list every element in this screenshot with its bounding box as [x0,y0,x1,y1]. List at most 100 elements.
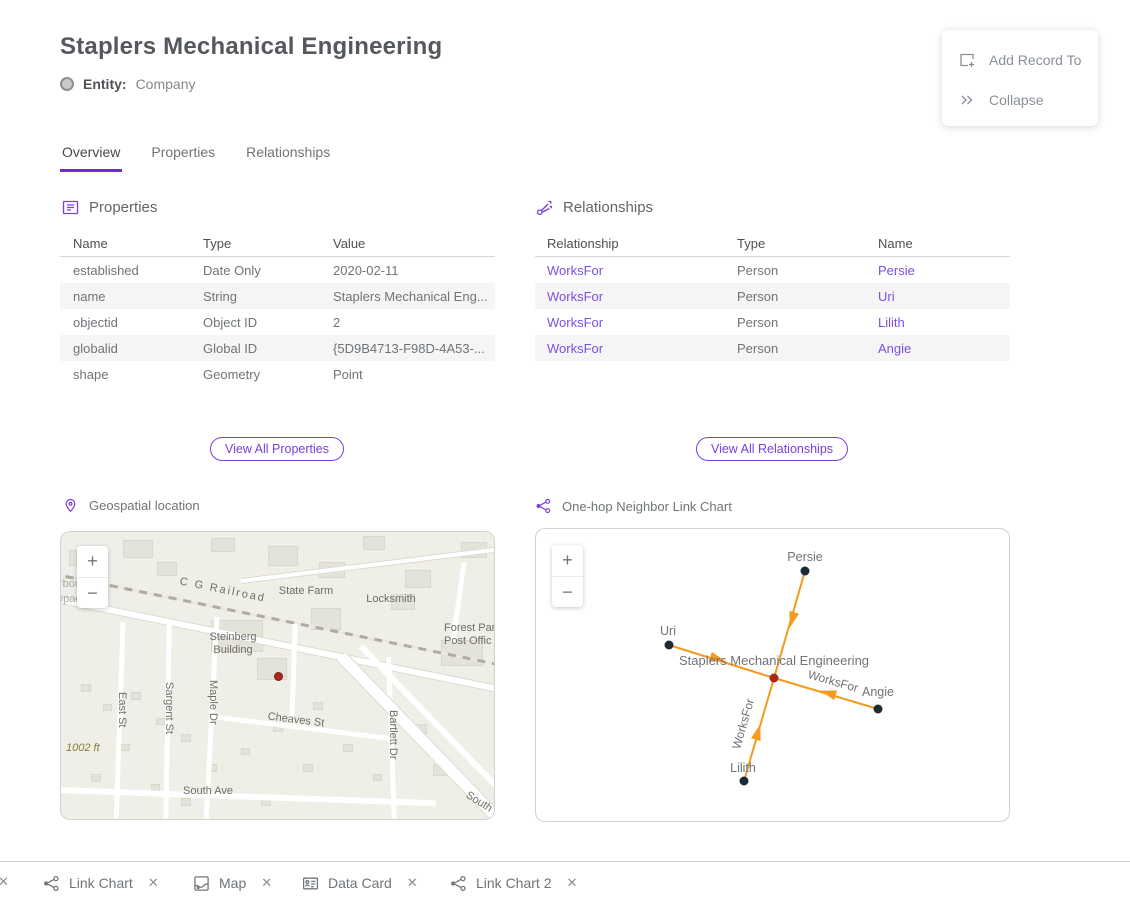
prop-type: Date Only [203,263,333,278]
table-row: objectid Object ID 2 [60,309,495,335]
relationships-table: Relationship Type Name WorksFor Person P… [535,230,1010,361]
menu-item-add-record-to[interactable]: Add Record To [942,40,1098,80]
menu-item-label: Collapse [989,92,1043,108]
map-road [60,594,495,697]
section-title: Relationships [563,199,653,216]
relationships-section-header: Relationships [536,199,653,216]
tab-properties[interactable]: Properties [149,144,217,172]
close-icon[interactable]: ✕ [566,875,577,891]
map-label: Steinberg [209,631,256,643]
edge-label: WorksFor [729,697,757,751]
map-label: Post Offic [444,635,491,647]
table-row: established Date Only 2020-02-11 [60,257,495,283]
map-label: East St [116,692,128,727]
map-building [363,536,385,550]
link-chart-canvas: WorksFor WorksFor Persie Uri Angie Lilit… [536,529,1010,822]
center-node-label: Staplers Mechanical Engineering [679,653,869,668]
node-lilith[interactable] [740,777,749,786]
map-icon [193,875,210,892]
map-building [268,546,298,566]
map-building [121,744,130,751]
bottom-tab-map[interactable]: Map ✕ [193,862,272,903]
table-row: globalid Global ID {5D9B4713-F98D-4A53-.… [60,335,495,361]
col-header: Type [203,236,333,251]
close-icon[interactable]: ✕ [148,875,159,891]
close-icon[interactable]: ✕ [407,875,418,891]
map-building [103,704,112,711]
table-row: WorksFor Person Persie [535,257,1010,283]
entity-link[interactable]: Persie [878,263,1010,278]
prop-name: objectid [73,315,203,330]
bottom-tab-data-card[interactable]: Data Card ✕ [302,862,418,903]
node-center-entity[interactable] [770,674,779,683]
map-label: Forest Par [444,622,495,634]
map-building [123,540,153,558]
view-all-relationships-button[interactable]: View All Relationships [696,437,848,461]
node-angie[interactable] [874,705,883,714]
tab-relationships[interactable]: Relationships [244,144,332,172]
relationships-table-header: Relationship Type Name [535,230,1010,257]
prop-name: globalid [73,341,203,356]
entity-link[interactable]: Angie [878,341,1010,356]
menu-item-collapse[interactable]: Collapse [942,80,1098,120]
close-icon[interactable]: ✕ [0,874,9,890]
map-label: Maple Dr [207,680,219,725]
map-building [373,774,382,781]
prop-name: established [73,263,203,278]
link-chart-icon [450,875,467,892]
map-building [241,748,250,755]
map-label: State Farm [279,585,333,597]
table-row: name String Staplers Mechanical Eng... [60,283,495,309]
map-scale-label: 1002 ft [66,742,100,754]
collapse-icon [958,91,976,109]
relationships-icon [536,199,553,216]
properties-table: Name Type Value established Date Only 20… [60,230,495,387]
entity-link[interactable]: Uri [878,289,1010,304]
entity-row: Entity: Company [60,76,195,92]
map-zoom-control: + − [77,546,108,608]
prop-value: {5D9B4713-F98D-4A53-... [333,341,495,356]
view-all-properties-button[interactable]: View All Properties [210,437,344,461]
map-building [405,570,431,588]
link-chart-icon [535,498,552,514]
tab-label: Data Card [328,875,392,891]
node-label: Angie [862,685,894,699]
zoom-out-button[interactable]: − [552,576,583,607]
map-building [303,764,313,772]
node-label: Uri [660,624,676,638]
section-title: One-hop Neighbor Link Chart [562,499,732,514]
zoom-out-button[interactable]: − [77,577,108,608]
relationship-link[interactable]: WorksFor [547,263,737,278]
section-title: Geospatial location [89,498,200,513]
properties-table-header: Name Type Value [60,230,495,257]
map-pin-icon [62,498,79,513]
rel-type: Person [737,263,878,278]
entity-link[interactable]: Lilith [878,315,1010,330]
one-hop-link-chart[interactable]: WorksFor WorksFor Persie Uri Angie Lilit… [535,528,1010,822]
relationship-link[interactable]: WorksFor [547,289,737,304]
bottom-tab-link-chart[interactable]: Link Chart ✕ [43,862,159,903]
linkchart-section-header: One-hop Neighbor Link Chart [535,498,732,514]
node-persie[interactable] [801,567,810,576]
relationship-link[interactable]: WorksFor [547,341,737,356]
map-building [81,684,91,692]
zoom-in-button[interactable]: + [552,545,583,576]
bottom-tab-link-chart-2[interactable]: Link Chart 2 ✕ [450,862,577,903]
tab-overview[interactable]: Overview [60,144,122,172]
zoom-in-button[interactable]: + [77,546,108,577]
page-title: Staplers Mechanical Engineering [60,33,442,61]
col-header: Relationship [547,236,737,251]
relationship-link[interactable]: WorksFor [547,315,737,330]
bottom-tab-bar: ✕ Link Chart ✕ Map ✕ [0,861,1130,903]
map-label: Sargent St [163,682,175,734]
menu-item-label: Add Record To [989,52,1081,68]
prop-type: Global ID [203,341,333,356]
col-header: Name [878,236,1010,251]
tab-label: Map [219,875,246,891]
node-uri[interactable] [665,641,674,650]
entity-location-marker[interactable] [274,672,283,681]
map-label: Building [213,644,252,656]
geospatial-map[interactable]: rbour opaedics C G Railroad State Farm L… [60,531,495,820]
close-icon[interactable]: ✕ [261,875,272,891]
section-title: Properties [89,199,157,216]
